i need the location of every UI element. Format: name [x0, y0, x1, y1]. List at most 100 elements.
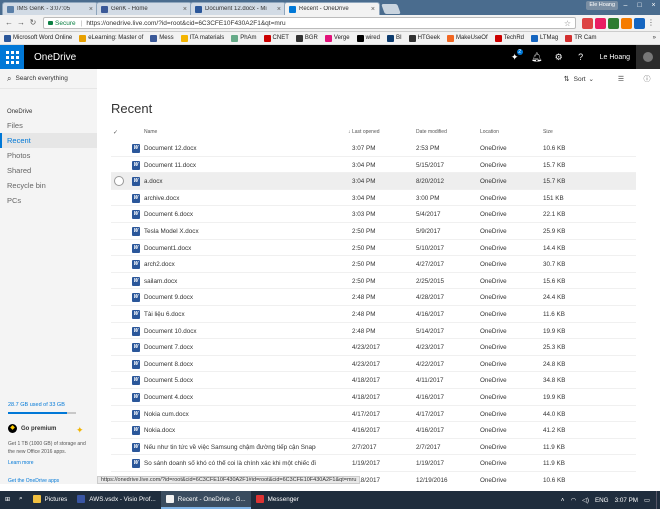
file-row[interactable]: W Tesla Model X.docx 2:50 PM 5/9/2017 OneDri… [111, 223, 636, 240]
taskbar-app[interactable]: AWS.vsdx - Visio Prof... [72, 491, 160, 509]
file-name[interactable]: Document 12.docx [144, 145, 316, 152]
storage-usage-link[interactable]: 28.7 GB used of 33 GB [8, 402, 65, 408]
secure-indicator[interactable]: Secure [48, 20, 76, 27]
file-name[interactable]: Nếu như tin tức về việc Samsung chậm đườ… [144, 444, 316, 451]
file-row[interactable]: W Document 8.docx 4/23/2017 4/22/2017 OneDri… [111, 356, 636, 373]
browser-tab[interactable]: Document 12.docx - Mi × [190, 2, 286, 15]
bookmark-item[interactable]: PhAm [231, 34, 257, 42]
wifi-icon[interactable]: ◠ [570, 497, 576, 504]
brand-title[interactable]: OneDrive [34, 52, 76, 63]
column-date-modified[interactable]: Date modified [416, 129, 447, 135]
file-name[interactable]: arch2.docx [144, 261, 316, 268]
file-name[interactable]: Tài liệu 6.docx [144, 311, 316, 318]
column-location[interactable]: Location [480, 129, 499, 135]
column-size[interactable]: Size [543, 129, 553, 135]
file-row[interactable]: W Nokia.docx 4/16/2017 4/16/2017 OneDrive 41.… [111, 422, 636, 439]
user-name[interactable]: Le Hoang [600, 54, 630, 61]
star-icon[interactable]: ☆ [564, 19, 571, 28]
avatar[interactable] [636, 45, 660, 69]
go-premium[interactable]: ◆ Go premium [8, 424, 56, 433]
file-row[interactable]: Warchive.docx 3:04 PM 3:00 PM OneDrive 151 K… [111, 190, 636, 207]
search-icon[interactable]: ⌕ [14, 491, 28, 509]
file-name[interactable]: a.docx [144, 178, 316, 185]
file-name[interactable]: Document 7.docx [144, 344, 316, 351]
url-input[interactable]: Secure | https://onedrive.live.com/?id=r… [43, 17, 576, 29]
close-tab-icon[interactable]: × [371, 6, 375, 13]
bookmark-item[interactable]: Microsoft Word Online [4, 34, 72, 42]
bookmark-item[interactable]: LTMag [530, 34, 558, 42]
learn-more-link[interactable]: Learn more [8, 460, 34, 466]
file-row[interactable]: W Nếu như tin tức về việc Samsung chậm đư… [111, 439, 636, 456]
bookmark-item[interactable]: BGR [295, 34, 318, 42]
column-name[interactable]: Name [144, 129, 157, 135]
sidebar-item-pcs[interactable]: PCs [0, 193, 97, 208]
app-launcher-icon[interactable] [0, 45, 24, 69]
bookmark-item[interactable]: ITA materials [180, 34, 224, 42]
file-name[interactable]: Tesla Model X.docx [144, 228, 316, 235]
file-row[interactable]: W Document 12.docx 3:07 PM 2:53 PM OneDrive 1… [111, 140, 636, 157]
file-row[interactable]: W Document 10.docx 2:48 PM 5/14/2017 OneDriv… [111, 323, 636, 340]
bell-icon[interactable]: 🔔︎ [526, 45, 548, 69]
file-row[interactable]: W Document 6.docx 3:03 PM 5/4/2017 OneDrive 2… [111, 206, 636, 223]
close-tab-icon[interactable]: × [89, 6, 93, 13]
language-indicator[interactable]: ENG [595, 497, 609, 504]
start-icon[interactable]: ⊞ [0, 491, 14, 509]
browser-profile[interactable]: Ele Hoang [586, 1, 618, 10]
minimize-icon[interactable]: – [619, 0, 632, 11]
close-tab-icon[interactable]: × [183, 6, 187, 13]
back-arrow-icon[interactable]: ← [3, 17, 15, 29]
sidebar-item-photos[interactable]: Photos [0, 148, 97, 163]
view-list-icon[interactable]: ☰ [608, 75, 634, 83]
show-desktop-button[interactable] [656, 491, 660, 509]
file-row[interactable]: W Document 5.docx 4/18/2017 4/11/2017 OneDri… [111, 372, 636, 389]
sidebar-item-recycle-bin[interactable]: Recycle bin [0, 178, 97, 193]
file-name[interactable]: Document 8.docx [144, 361, 316, 368]
file-name[interactable]: Nokia cum.docx [144, 411, 316, 418]
bookmark-item[interactable]: TechRd [494, 34, 524, 42]
close-window-icon[interactable]: × [647, 0, 660, 11]
file-name[interactable]: Document 9.docx [144, 294, 316, 301]
forward-arrow-icon[interactable]: → [15, 17, 27, 29]
bookmark-item[interactable]: Verge [324, 34, 350, 42]
extension-icon[interactable] [634, 17, 645, 29]
bookmark-item[interactable]: TR Cam [565, 34, 597, 42]
extension-icon[interactable] [621, 17, 632, 29]
clock[interactable]: 3:07 PM [615, 497, 638, 504]
search-box[interactable]: ⌕ Search everything [0, 69, 97, 89]
taskbar-app[interactable]: Pictures [28, 491, 73, 509]
file-name[interactable]: Document 11.docx [144, 162, 316, 169]
gear-icon[interactable]: ⚙ [548, 45, 570, 69]
chevron-up-icon[interactable]: ˄ [561, 497, 565, 504]
browser-tab-active[interactable]: Recent - OneDrive × [284, 2, 380, 15]
column-last-opened[interactable]: Last opened [352, 129, 380, 135]
new-tab-button[interactable] [381, 4, 401, 14]
taskbar-app[interactable]: Messenger [251, 491, 304, 509]
file-name[interactable]: archive.docx [144, 195, 316, 202]
file-row[interactable]: W Tài liệu 6.docx 2:48 PM 4/16/2017 OneDrive… [111, 306, 636, 323]
file-row[interactable]: W Document1.docx 2:50 PM 5/10/2017 OneDrive 1… [111, 240, 636, 257]
file-name[interactable]: Document1.docx [144, 245, 316, 252]
file-name[interactable]: Document 5.docx [144, 377, 316, 384]
volume-icon[interactable]: ◁) [582, 497, 589, 504]
info-icon[interactable]: ⓘ [634, 74, 660, 84]
help-icon[interactable]: ? [570, 45, 592, 69]
bookmark-item[interactable]: BI [386, 34, 402, 42]
file-row[interactable]: W Document 4.docx 4/18/2017 4/16/2017 OneDri… [111, 389, 636, 406]
row-select-checkbox[interactable] [114, 176, 124, 187]
file-row[interactable]: W Nokia cum.docx 4/17/2017 4/17/2017 OneDriv… [111, 406, 636, 423]
file-name[interactable]: Nokia.docx [144, 427, 316, 434]
reload-icon[interactable]: ↻ [27, 17, 39, 29]
taskbar-app[interactable]: Recent - OneDrive - G... [160, 491, 251, 509]
file-name[interactable]: Document 4.docx [144, 394, 316, 401]
browser-tab[interactable]: IMS GenK - 3:07:05 × [2, 2, 98, 15]
bookmark-item[interactable]: HTGeek [408, 34, 440, 42]
sidebar-item-files[interactable]: Files [0, 118, 97, 133]
extension-icon[interactable] [582, 17, 593, 29]
menu-kebab-icon[interactable]: ⋮ [645, 17, 657, 29]
bookmark-item[interactable]: wired [356, 34, 380, 42]
file-row[interactable]: Warch2.docx 2:50 PM 4/27/2017 OneDrive 30.7 … [111, 256, 636, 273]
bookmarks-overflow-icon[interactable]: » [653, 35, 656, 41]
browser-tab[interactable]: GenK - Home × [96, 2, 192, 15]
notification-center-icon[interactable]: ▭ [644, 497, 650, 504]
file-row[interactable]: W So sánh doanh số khó có thể coi là chín… [111, 455, 636, 472]
